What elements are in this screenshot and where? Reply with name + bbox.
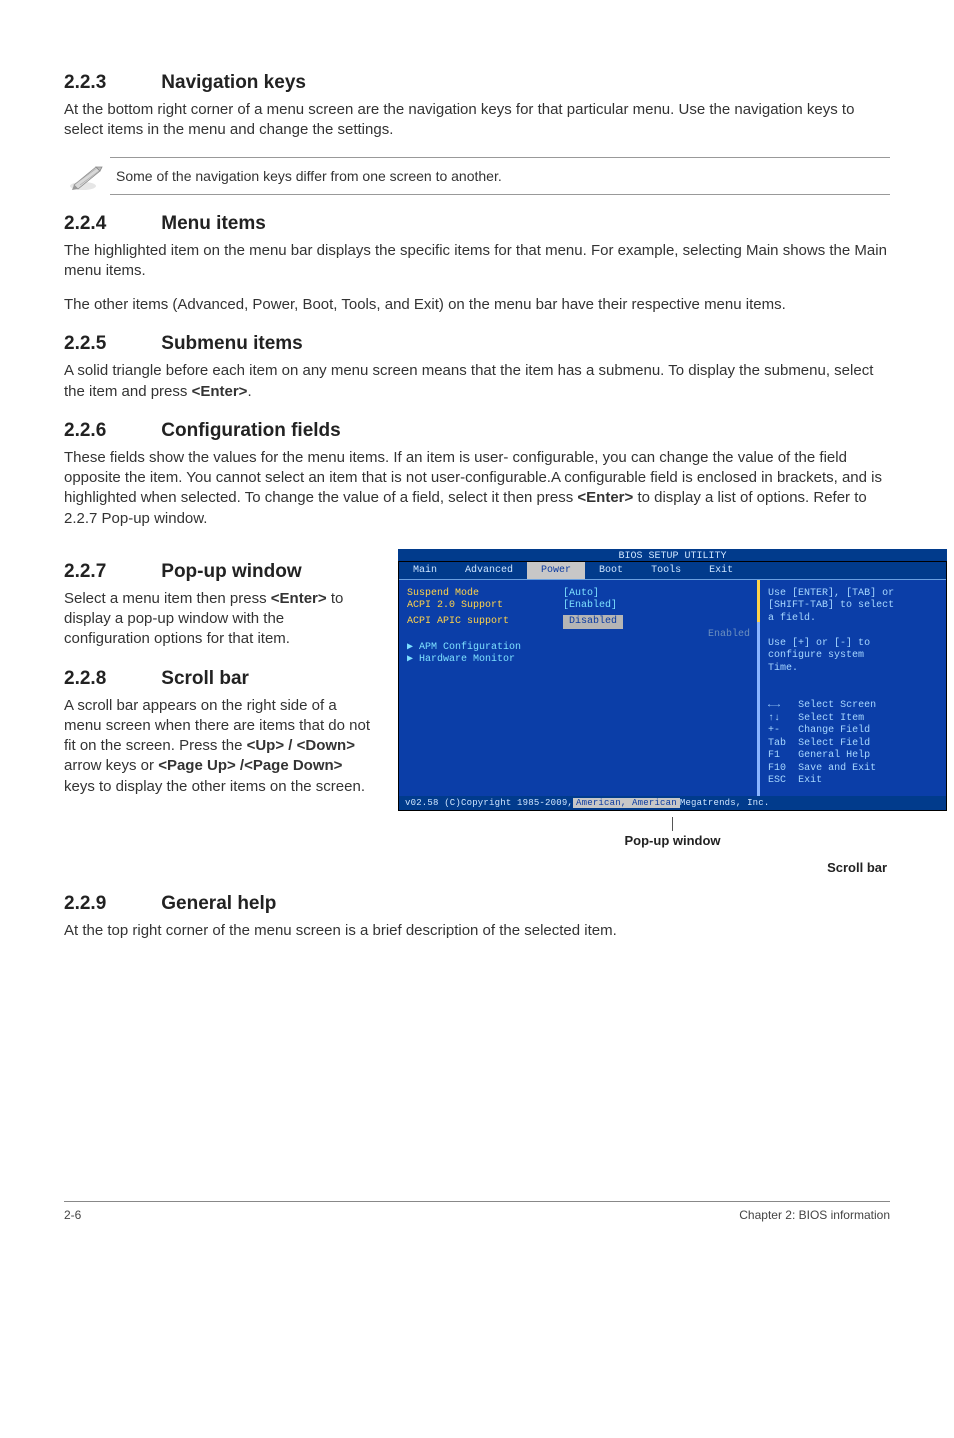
secnum: 2.2.5 [64, 333, 156, 355]
heading-226: 2.2.6 Configuration fields [64, 420, 890, 442]
bios-tab-power: Power [527, 562, 585, 579]
sectitle: Menu items [161, 213, 266, 234]
navkey: Tab [768, 738, 786, 749]
sectitle: Pop-up window [161, 561, 301, 582]
field-label: Suspend Mode [407, 588, 479, 599]
note-text: Some of the navigation keys differ from … [110, 157, 890, 195]
navkey: +- [768, 725, 780, 736]
para: A solid triangle before each item on any… [64, 361, 890, 402]
navkey-text: Select Field [798, 738, 870, 749]
para: A scroll bar appears on the right side o… [64, 696, 374, 797]
field-label: ACPI APIC support [407, 616, 509, 627]
key-updown: <Up> / <Down> [247, 737, 355, 754]
key-enter: <Enter> [271, 590, 327, 607]
help-text: Use [+] or [-] to [768, 638, 938, 651]
field-value: [Enabled] [563, 600, 617, 611]
navkey: ESC [768, 775, 786, 786]
text: Select a menu item then press [64, 590, 271, 607]
secnum: 2.2.4 [64, 213, 156, 235]
help-text: [SHIFT-TAB] to select [768, 600, 938, 613]
help-text: configure system [768, 650, 938, 663]
callout-scroll: Scroll bar [398, 860, 947, 875]
heading-229: 2.2.9 General help [64, 893, 890, 915]
popup-option-selected: Disabled [563, 615, 623, 630]
secnum: 2.2.7 [64, 561, 156, 583]
bios-footer-text: v02.58 (C)Copyright 1985-2009, [405, 798, 573, 808]
navkey-text: Change Field [798, 725, 870, 736]
help-text: Use [ENTER], [TAB] or [768, 588, 938, 601]
submenu-item: ▶ Hardware Monitor [407, 654, 750, 667]
bios-tabbar: Main Advanced Power Boot Tools Exit [399, 562, 946, 579]
para: The highlighted item on the menu bar dis… [64, 241, 890, 282]
key-enter: <Enter> [577, 489, 633, 506]
bios-tab-boot: Boot [585, 562, 637, 579]
heading-225: 2.2.5 Submenu items [64, 333, 890, 355]
sectitle: General help [161, 893, 276, 914]
navkey-text: Select Screen [798, 700, 876, 711]
text: . [247, 383, 251, 400]
chapter-label: Chapter 2: BIOS information [739, 1208, 890, 1222]
navkey: ←→ [768, 700, 780, 711]
bios-right-pane: Use [ENTER], [TAB] or [SHIFT-TAB] to sel… [760, 580, 946, 796]
field-value: [Auto] [563, 588, 599, 599]
para: The other items (Advanced, Power, Boot, … [64, 295, 890, 315]
heading-223: 2.2.3 Navigation keys [64, 72, 890, 94]
para: These fields show the values for the men… [64, 448, 890, 529]
bios-screenshot: BIOS SETUP UTILITY Main Advanced Power B… [398, 549, 947, 875]
key-enter: <Enter> [192, 383, 248, 400]
bios-tab-main: Main [399, 562, 451, 579]
field-label: ACPI 2.0 Support [407, 600, 503, 611]
note-row: Some of the navigation keys differ from … [64, 157, 890, 195]
sectitle: Scroll bar [161, 668, 249, 689]
secnum: 2.2.8 [64, 668, 156, 690]
text: A solid triangle before each item on any… [64, 362, 873, 399]
sectitle: Navigation keys [161, 72, 306, 93]
navkey: F10 [768, 763, 786, 774]
bios-tab-exit: Exit [695, 562, 747, 579]
para: Select a menu item then press <Enter> to… [64, 589, 374, 650]
navkey: ↑↓ [768, 713, 780, 724]
help-text: Time. [768, 663, 938, 676]
navkey-text: Save and Exit [798, 763, 876, 774]
text: arrow keys or [64, 757, 158, 774]
heading-228: 2.2.8 Scroll bar [64, 668, 374, 690]
submenu-item: ▶ APM Configuration [407, 642, 750, 655]
navkey-text: General Help [798, 750, 870, 761]
secnum: 2.2.6 [64, 420, 156, 442]
bios-left-pane: Suspend Mode [Auto] ACPI 2.0 Support [En… [399, 580, 760, 796]
callout-label: Pop-up window [625, 833, 721, 848]
help-text: a field. [768, 613, 938, 626]
bios-footer: v02.58 (C)Copyright 1985-2009, American,… [399, 796, 946, 810]
page-footer: 2-6 Chapter 2: BIOS information [64, 1201, 890, 1222]
page-number: 2-6 [64, 1208, 81, 1222]
bios-footer-text: American, American [573, 798, 680, 808]
navkey: F1 [768, 750, 780, 761]
heading-224: 2.2.4 Menu items [64, 213, 890, 235]
bios-tab-tools: Tools [637, 562, 695, 579]
popup-option-dim: Enabled [708, 629, 750, 640]
bios-footer-text: Megatrends, Inc. [680, 798, 770, 808]
heading-227: 2.2.7 Pop-up window [64, 561, 374, 583]
sectitle: Submenu items [161, 333, 302, 354]
navkey-text: Select Item [798, 713, 864, 724]
bios-tab-advanced: Advanced [451, 562, 527, 579]
key-pageupdn: <Page Up> /<Page Down> [158, 757, 342, 774]
pencil-note-icon [64, 161, 110, 191]
para: At the top right corner of the menu scre… [64, 921, 890, 941]
callout-popup: Pop-up window [398, 817, 947, 848]
para: At the bottom right corner of a menu scr… [64, 100, 890, 141]
sectitle: Configuration fields [161, 420, 340, 441]
secnum: 2.2.3 [64, 72, 156, 94]
navkey-text: Exit [798, 775, 822, 786]
secnum: 2.2.9 [64, 893, 156, 915]
text: keys to display the other items on the s… [64, 778, 365, 795]
